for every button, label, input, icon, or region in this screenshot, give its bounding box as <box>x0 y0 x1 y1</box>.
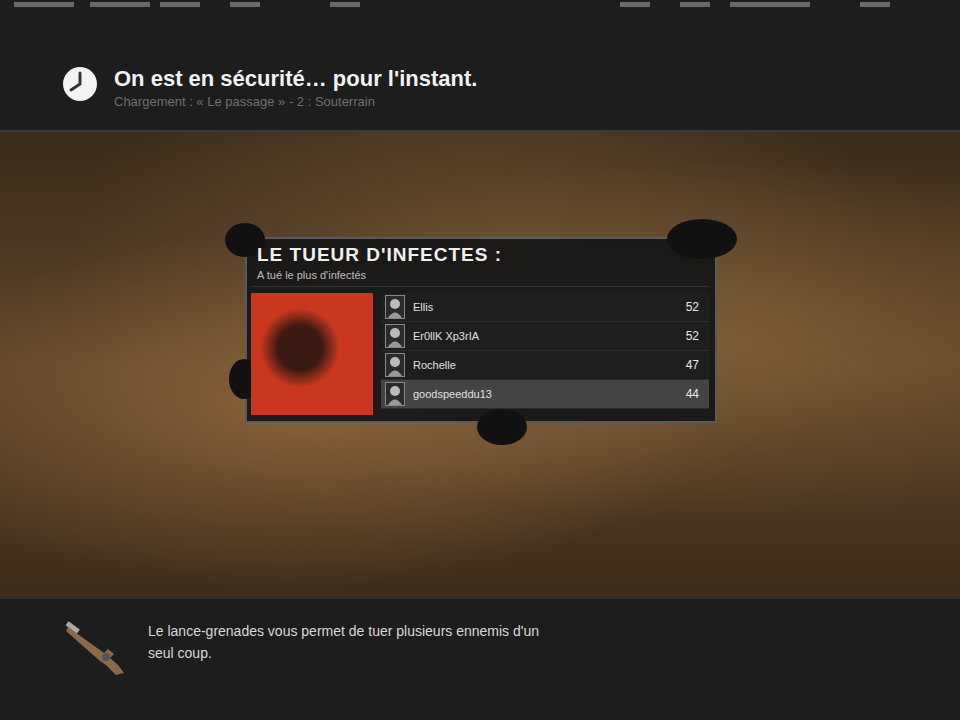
player-score: 47 <box>686 356 699 374</box>
player-name: Ellis <box>413 299 678 316</box>
player-row: Ellis 52 <box>381 293 709 322</box>
survivor-avatar-icon <box>385 324 405 348</box>
player-row: goodspeeddu13 44 <box>381 380 709 409</box>
title-row: On est en sécurité… pour l'instant. Charg… <box>62 66 960 111</box>
loading-header: On est en sécurité… pour l'instant. Charg… <box>0 0 960 132</box>
top-bar <box>680 2 710 7</box>
player-name: Er0llK Xp3rIA <box>413 328 678 345</box>
tip-bar: Le lance-grenades vous permet de tuer pl… <box>0 597 960 720</box>
chapter-title: On est en sécurité… pour l'instant. <box>114 66 477 92</box>
ink-splat <box>477 409 527 445</box>
award-panel: LE TUEUR D'INFECTES :A tué le plus d'inf… <box>245 237 717 423</box>
player-score: 44 <box>686 385 699 403</box>
player-row: Er0llK Xp3rIA 52 <box>381 322 709 351</box>
player-score: 52 <box>686 327 699 345</box>
player-score: 52 <box>686 298 699 316</box>
top-bar <box>90 2 150 7</box>
tip-text: Le lance-grenades vous permet de tuer pl… <box>148 621 568 664</box>
player-list: Ellis 52 Er0llK Xp3rIA 52 Rochelle 47 goodspee… <box>381 293 709 415</box>
award-wrap: LE TUEUR D'INFECTES :A tué le plus d'inf… <box>245 237 717 597</box>
loading-background: LE TUEUR D'INFECTES :A tué le plus d'inf… <box>0 132 960 597</box>
top-bar <box>330 2 360 7</box>
ink-splat <box>667 219 737 259</box>
award-body: Ellis 52 Er0llK Xp3rIA 52 Rochelle 47 goodspee… <box>251 293 709 415</box>
player-name: goodspeeddu13 <box>413 386 678 403</box>
player-row: Rochelle 47 <box>381 351 709 380</box>
top-bar <box>230 2 260 7</box>
player-name: Rochelle <box>413 357 678 374</box>
award-content: LE TUEUR D'INFECTES :A tué le plus d'inf… <box>247 239 715 421</box>
survivor-avatar-icon <box>385 353 405 377</box>
grenade-launcher-icon <box>64 621 132 677</box>
award-description: A tué le plus d'infectés <box>251 267 709 288</box>
loading-subtitle: Chargement : « Le passage » - 2 : Souter… <box>114 94 477 111</box>
top-bar <box>160 2 200 7</box>
clock-icon <box>62 66 98 102</box>
tip-row: Le lance-grenades vous permet de tuer pl… <box>64 621 960 677</box>
top-bar <box>620 2 650 7</box>
top-bars <box>0 0 960 8</box>
award-picture <box>251 293 373 415</box>
top-bar <box>860 2 890 7</box>
survivor-avatar-icon <box>385 295 405 319</box>
award-title: LE TUEUR D'INFECTES : <box>251 243 709 267</box>
title-block: On est en sécurité… pour l'instant. Charg… <box>114 66 477 111</box>
survivor-avatar-icon <box>385 382 405 406</box>
top-bar <box>730 2 810 7</box>
top-bar <box>14 2 74 7</box>
